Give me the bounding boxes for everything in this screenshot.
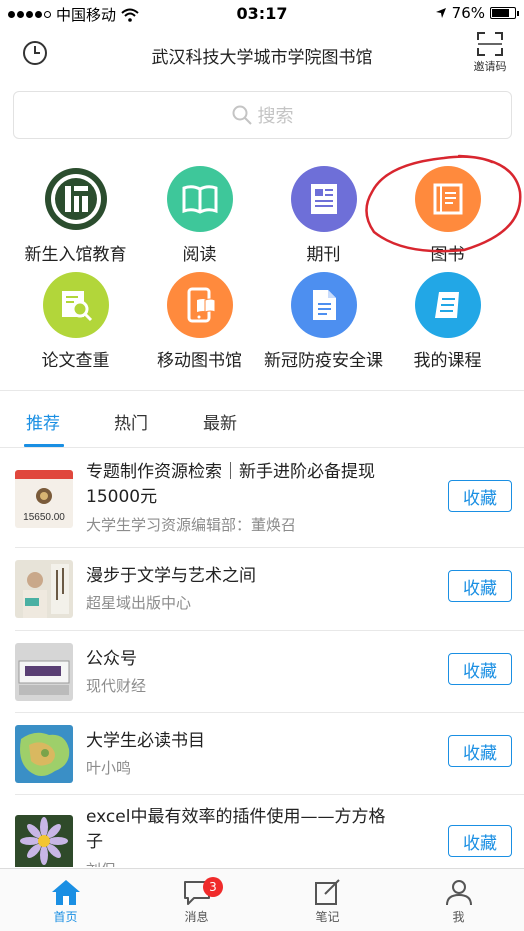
mobile-library-icon — [166, 272, 233, 338]
favorite-button[interactable]: 收藏 — [448, 480, 512, 512]
favorite-button[interactable]: 收藏 — [448, 735, 512, 767]
grid-item-reading[interactable]: 阅读 — [134, 166, 265, 265]
home-icon — [51, 880, 80, 905]
item-title: 漫步于文学与艺术之间 — [86, 566, 256, 586]
paper-search-icon — [42, 272, 109, 338]
tab-bar-home[interactable]: 首页 — [0, 869, 131, 931]
grid-item-freshman-education[interactable]: 新生入馆教育 — [10, 166, 141, 265]
favorite-button[interactable]: 收藏 — [448, 825, 512, 857]
scan-icon — [477, 32, 503, 56]
item-title: 公众号 — [86, 649, 137, 669]
document-icon — [290, 272, 357, 338]
invite-code-label: 邀请码 — [473, 60, 507, 73]
search-icon — [232, 105, 252, 125]
red-circle-annotation — [365, 154, 522, 253]
tab-popular[interactable]: 热门 — [114, 409, 148, 434]
item-thumbnail — [15, 560, 73, 618]
location-arrow-icon — [435, 8, 446, 18]
grid-item-my-courses[interactable]: 我的课程 — [382, 272, 513, 371]
status-bar: 中国移动 03:17 76% — [0, 0, 524, 28]
list-item[interactable]: excel中最有效率的插件使用——方方格子 刘侃 收藏 — [0, 795, 524, 867]
grid-item-covid-safety-course[interactable]: 新冠防疫安全课 — [258, 272, 389, 371]
note-icon — [314, 879, 340, 905]
battery-percent: 76% — [451, 4, 485, 22]
tab-bar-me[interactable]: 我 — [393, 869, 524, 931]
favorite-button[interactable]: 收藏 — [448, 570, 512, 602]
list-item[interactable]: 15650.00 专题制作资源检索｜新手进阶必备提现15000元 大学生学习资源… — [0, 450, 524, 548]
item-thumbnail: 15650.00 — [15, 470, 73, 528]
unread-badge: 3 — [203, 877, 223, 897]
profile-icon — [445, 880, 472, 906]
item-subtitle: 大学生学习资源编辑部：董焕召 — [86, 516, 297, 534]
item-subtitle: 超星域出版中心 — [86, 594, 192, 612]
item-title: excel中最有效率的插件使用——方方格子 — [86, 807, 386, 852]
item-thumbnail — [15, 725, 73, 783]
university-seal-icon — [42, 166, 109, 232]
search-placeholder: 搜索 — [257, 106, 294, 127]
list-item[interactable]: 公众号 现代财经 收藏 — [0, 631, 524, 713]
item-subtitle: 叶小鸣 — [86, 759, 132, 777]
grid-item-mobile-library[interactable]: 移动图书馆 — [134, 272, 265, 371]
search-input[interactable]: 搜索 — [13, 91, 512, 139]
list-item[interactable]: 漫步于文学与艺术之间 超星域出版中心 收藏 — [0, 548, 524, 631]
item-subtitle: 现代财经 — [86, 677, 147, 695]
battery-icon — [490, 7, 519, 19]
item-subtitle: 刘侃 — [86, 859, 386, 867]
journal-icon — [290, 166, 357, 232]
invite-code-button[interactable]: 邀请码 — [470, 32, 510, 74]
grid-item-paper-check[interactable]: 论文查重 — [10, 272, 141, 371]
content-tabs: 推荐 热门 最新 — [0, 392, 524, 448]
course-icon — [414, 272, 481, 338]
favorite-button[interactable]: 收藏 — [448, 653, 512, 685]
open-book-icon — [166, 166, 233, 232]
tabs-divider — [0, 447, 524, 448]
thumbnail-amount: 15650.00 — [23, 512, 65, 523]
item-title: 专题制作资源检索｜新手进阶必备提现15000元 — [86, 462, 375, 507]
nav-bar: 武汉科技大学城市学院图书馆 邀请码 — [0, 30, 524, 78]
bottom-tab-bar: 首页 3 消息 笔记 我 — [0, 868, 524, 931]
tab-recommended[interactable]: 推荐 — [26, 409, 60, 434]
tab-latest[interactable]: 最新 — [203, 409, 237, 434]
section-divider — [0, 390, 524, 391]
page-title: 武汉科技大学城市学院图书馆 — [151, 48, 373, 68]
item-thumbnail — [15, 643, 73, 701]
list-item[interactable]: 大学生必读书目 叶小鸣 收藏 — [0, 713, 524, 795]
item-title: 大学生必读书目 — [86, 731, 205, 751]
tab-bar-notes[interactable]: 笔记 — [262, 869, 393, 931]
tab-bar-messages[interactable]: 3 消息 — [131, 869, 262, 931]
item-thumbnail — [15, 815, 73, 867]
